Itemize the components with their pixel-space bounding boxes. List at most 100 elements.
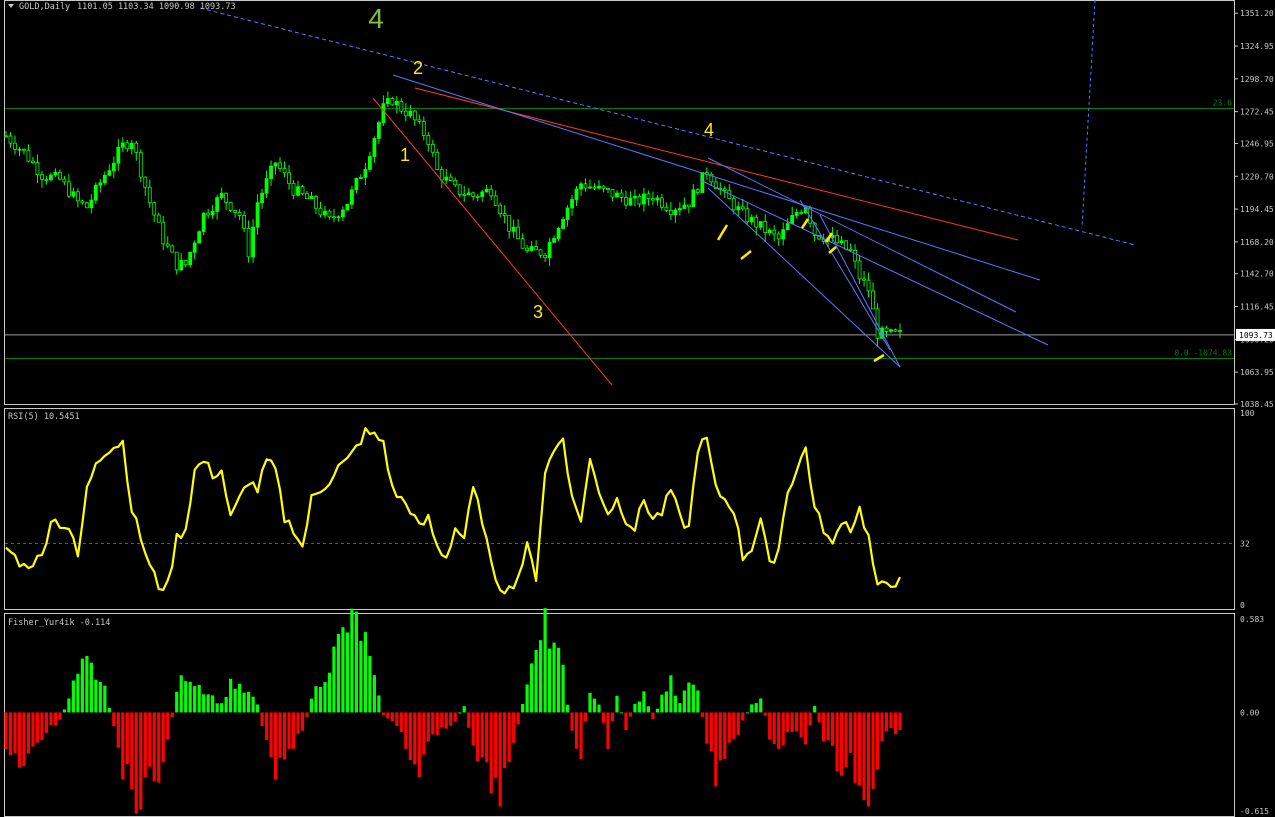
candle-body[interactable] bbox=[624, 197, 628, 206]
candle-body[interactable] bbox=[520, 238, 525, 249]
fisher-bar[interactable] bbox=[13, 712, 17, 754]
fisher-bar[interactable] bbox=[790, 712, 794, 733]
candle-body[interactable] bbox=[242, 215, 247, 229]
fisher-bar[interactable] bbox=[628, 712, 633, 717]
trendline-blue-a[interactable] bbox=[392, 74, 1041, 281]
fisher-bar[interactable] bbox=[215, 703, 219, 713]
trendline-blue-f[interactable] bbox=[819, 214, 901, 368]
candle-body[interactable] bbox=[183, 260, 188, 266]
candle-body[interactable] bbox=[381, 103, 386, 124]
candle-body[interactable] bbox=[385, 98, 390, 105]
candle-body[interactable] bbox=[84, 202, 89, 209]
candle-body[interactable] bbox=[201, 212, 206, 233]
candle-body[interactable] bbox=[444, 176, 449, 181]
fisher-bar[interactable] bbox=[58, 712, 62, 720]
fisher-bar[interactable] bbox=[323, 682, 327, 713]
fisher-bar[interactable] bbox=[238, 683, 242, 713]
candle-body[interactable] bbox=[287, 172, 291, 184]
fisher-bar[interactable] bbox=[170, 712, 174, 718]
candle-body[interactable] bbox=[489, 188, 494, 197]
fisher-bar[interactable] bbox=[741, 712, 745, 721]
fisher-bar[interactable] bbox=[89, 662, 93, 713]
candle-body[interactable] bbox=[525, 247, 530, 251]
candle-body[interactable] bbox=[129, 142, 134, 150]
fisher-bar[interactable] bbox=[808, 712, 812, 726]
candle-body[interactable] bbox=[471, 192, 476, 197]
fisher-bar[interactable] bbox=[539, 640, 543, 713]
fisher-bar[interactable] bbox=[179, 675, 183, 713]
fisher-bar[interactable] bbox=[723, 712, 727, 759]
fisher-bar[interactable] bbox=[345, 632, 350, 713]
fisher-bar[interactable] bbox=[476, 712, 480, 762]
candle-body[interactable] bbox=[336, 216, 341, 219]
candle-body[interactable] bbox=[462, 194, 467, 196]
fisher-bar[interactable] bbox=[835, 712, 839, 772]
fisher-bar[interactable] bbox=[184, 681, 188, 713]
candle-body[interactable] bbox=[318, 207, 323, 216]
candle-body[interactable] bbox=[390, 98, 395, 106]
candle-body[interactable] bbox=[610, 189, 615, 198]
fisher-bar[interactable] bbox=[633, 703, 637, 713]
fisher-bar[interactable] bbox=[848, 712, 853, 753]
trendline-blue-b[interactable] bbox=[707, 157, 1017, 313]
candle-body[interactable] bbox=[89, 199, 94, 209]
fisher-bar[interactable] bbox=[85, 655, 89, 713]
fisher-bar[interactable] bbox=[255, 704, 260, 713]
fisher-bar[interactable] bbox=[831, 712, 835, 746]
fisher-bar[interactable] bbox=[512, 712, 516, 743]
fisher-bar[interactable] bbox=[884, 712, 889, 732]
candle-body[interactable] bbox=[17, 148, 22, 151]
candle-body[interactable] bbox=[170, 245, 175, 253]
fisher-bar[interactable] bbox=[516, 712, 520, 725]
fisher-bar[interactable] bbox=[889, 712, 893, 728]
candle-body[interactable] bbox=[457, 184, 462, 195]
candle-body[interactable] bbox=[484, 188, 489, 193]
candle-body[interactable] bbox=[350, 189, 354, 205]
fisher-bar[interactable] bbox=[296, 712, 300, 734]
candle-body[interactable] bbox=[327, 210, 332, 218]
candle-body[interactable] bbox=[147, 186, 152, 204]
fisher-bar[interactable] bbox=[772, 712, 776, 745]
fisher-bar[interactable] bbox=[898, 712, 902, 730]
candle-body[interactable] bbox=[686, 204, 691, 208]
candle-body[interactable] bbox=[893, 329, 898, 332]
candle-body[interactable] bbox=[516, 226, 521, 240]
fisher-bar[interactable] bbox=[229, 678, 233, 713]
candle-body[interactable] bbox=[785, 223, 790, 231]
candle-body[interactable] bbox=[794, 212, 799, 216]
trendline-blue-d[interactable] bbox=[707, 187, 901, 368]
candle-body[interactable] bbox=[22, 148, 26, 151]
candle-body[interactable] bbox=[736, 206, 741, 211]
candle-body[interactable] bbox=[552, 238, 556, 243]
candle-body[interactable] bbox=[592, 186, 597, 189]
fisher-bar[interactable] bbox=[363, 632, 367, 713]
candle-body[interactable] bbox=[359, 177, 363, 179]
fisher-bar[interactable] bbox=[673, 695, 677, 713]
candle-body[interactable] bbox=[475, 195, 480, 198]
candle-body[interactable] bbox=[49, 174, 53, 181]
fisher-bar[interactable] bbox=[759, 698, 763, 713]
fisher-bar[interactable] bbox=[404, 712, 408, 749]
fisher-bar[interactable] bbox=[94, 679, 98, 713]
candle-body[interactable] bbox=[754, 216, 759, 228]
fisher-panel[interactable]: 0.583 0.00 -0.615 bbox=[4, 608, 1269, 816]
fisher-bar[interactable] bbox=[359, 640, 363, 713]
fisher-bar[interactable] bbox=[71, 680, 75, 713]
candle-body[interactable] bbox=[354, 178, 359, 191]
candle-body[interactable] bbox=[848, 248, 853, 251]
fisher-bar[interactable] bbox=[17, 712, 22, 768]
candle-body[interactable] bbox=[565, 207, 570, 220]
candle-body[interactable] bbox=[44, 179, 49, 181]
fisher-bar[interactable] bbox=[498, 712, 502, 807]
fisher-bar[interactable] bbox=[597, 704, 601, 713]
fisher-bar[interactable] bbox=[781, 712, 785, 745]
fisher-bar[interactable] bbox=[336, 633, 341, 713]
candle-body[interactable] bbox=[417, 119, 422, 122]
candle-body[interactable] bbox=[8, 135, 13, 144]
candle-body[interactable] bbox=[246, 227, 251, 258]
candle-body[interactable] bbox=[619, 192, 624, 198]
candle-body[interactable] bbox=[898, 330, 902, 333]
candle-body[interactable] bbox=[426, 135, 431, 145]
candle-body[interactable] bbox=[534, 246, 539, 251]
candle-body[interactable] bbox=[35, 162, 40, 176]
